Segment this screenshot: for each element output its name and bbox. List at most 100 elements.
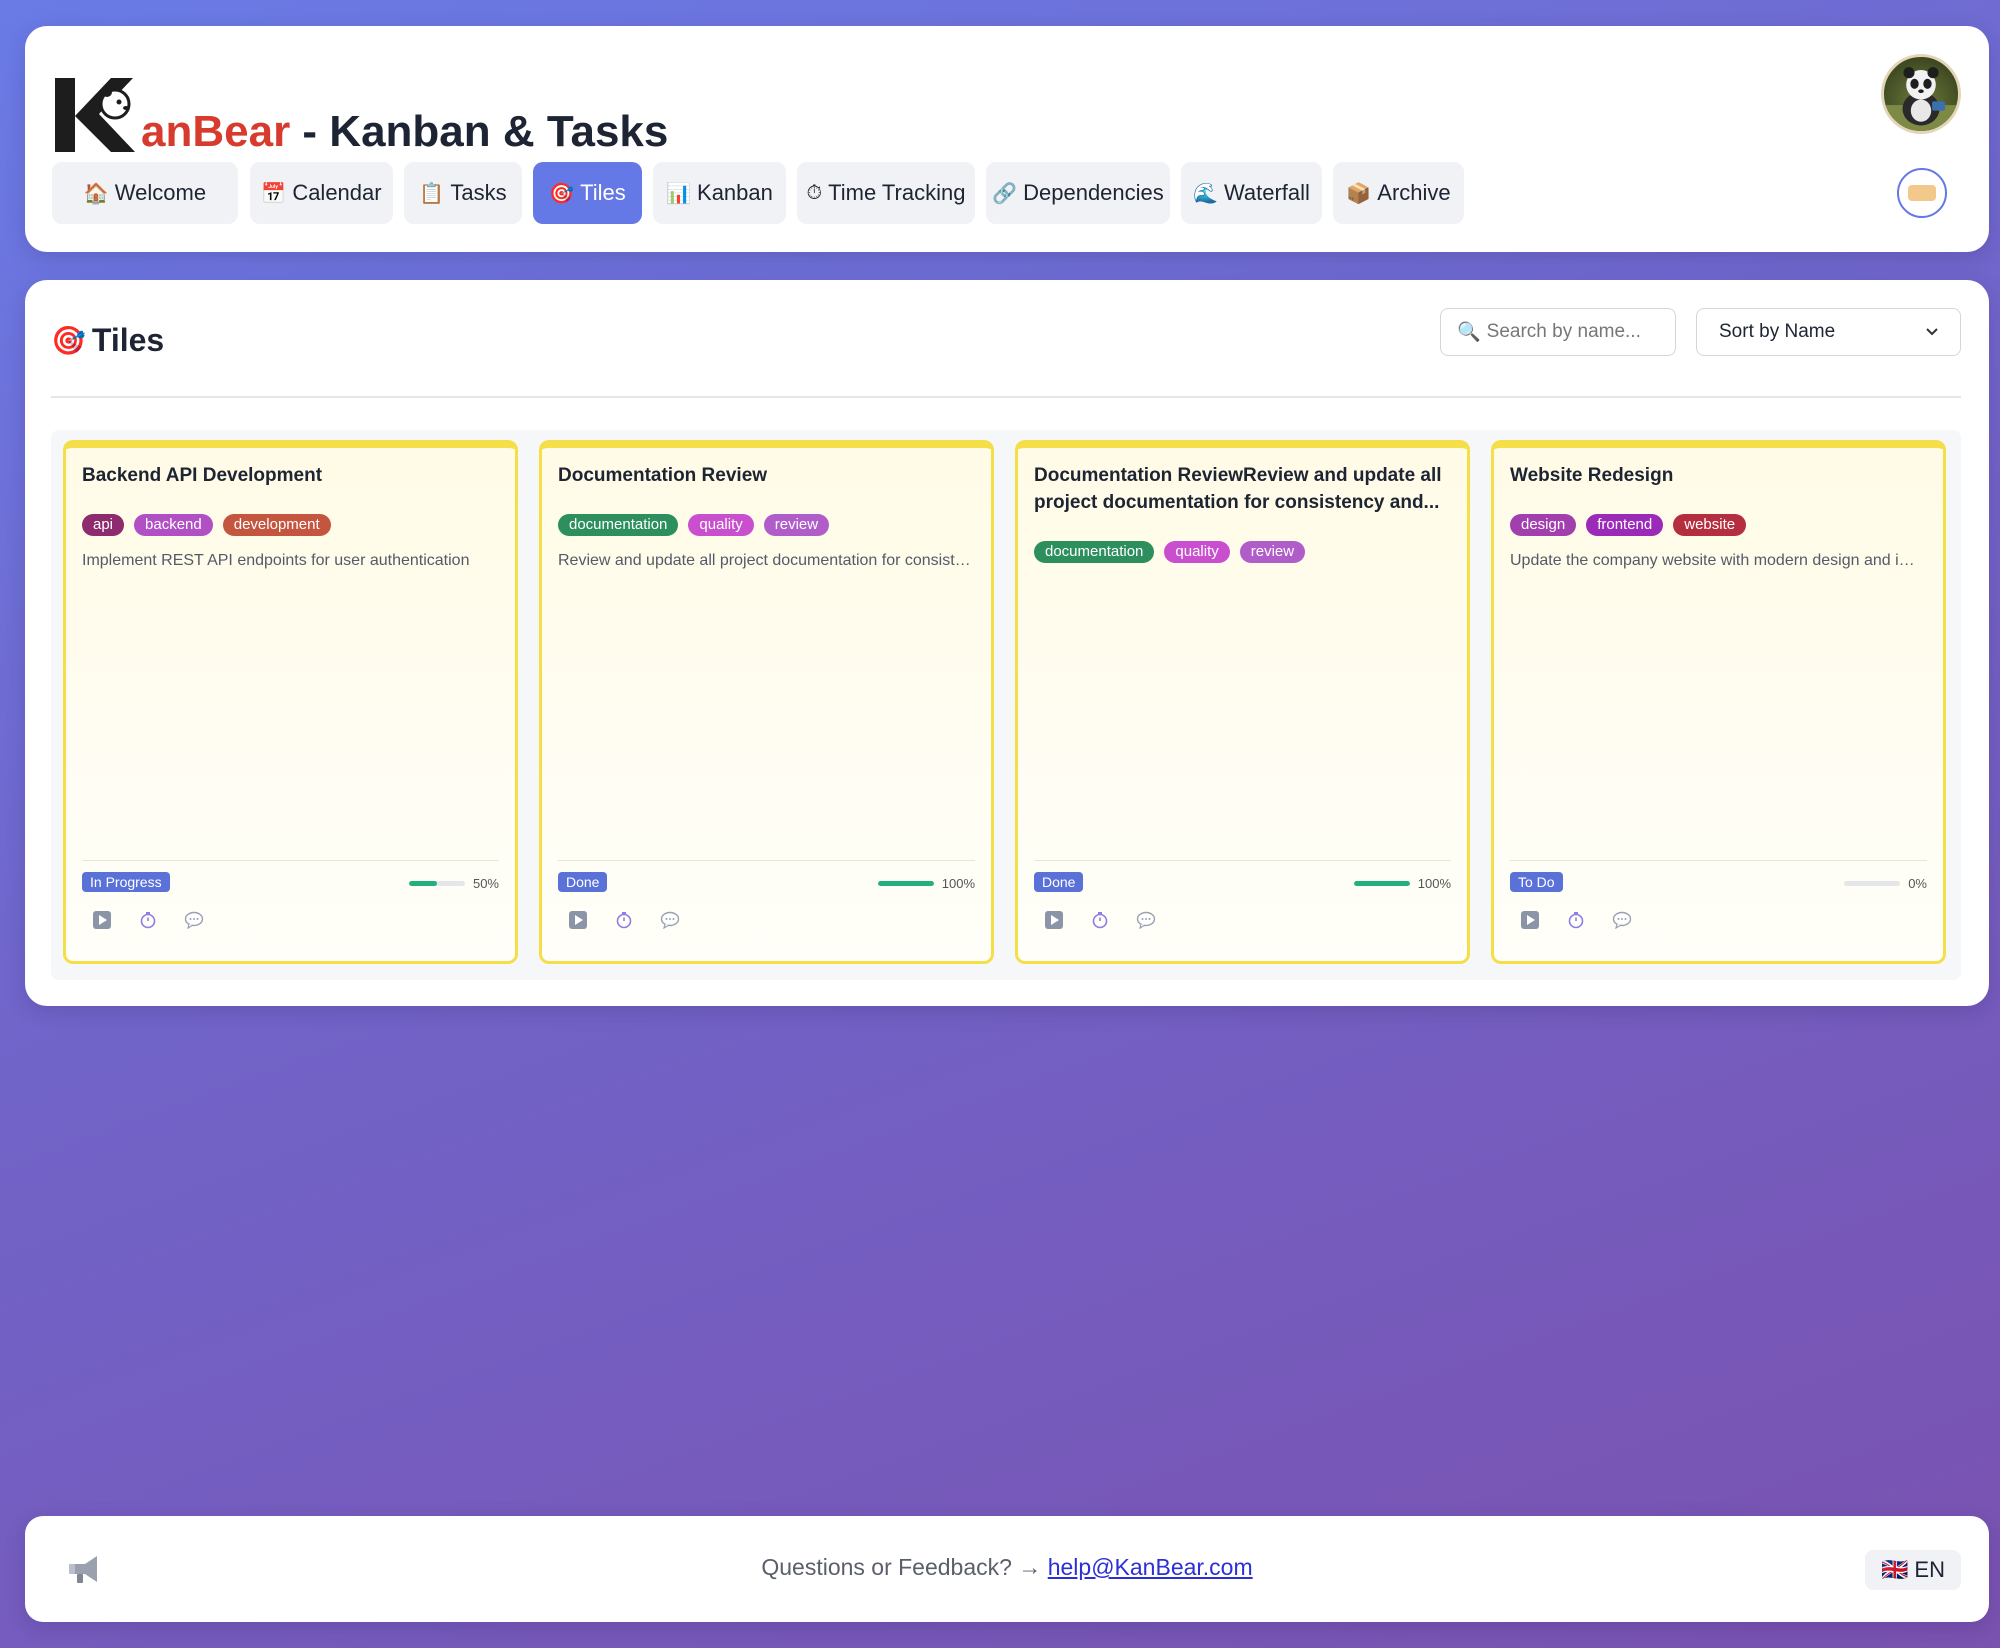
tag[interactable]: frontend xyxy=(1586,514,1664,536)
bar-chart-icon: 📊 xyxy=(666,182,692,205)
comment-icon[interactable] xyxy=(1612,910,1632,930)
feedback-label: Questions or Feedback? → xyxy=(761,1554,1048,1580)
tile-description: Update the company website with modern d… xyxy=(1510,552,1927,569)
sort-select[interactable]: Sort by Name xyxy=(1696,308,1961,356)
tile-card[interactable]: Documentation Review documentation quali… xyxy=(539,440,994,964)
nav-label: Kanban xyxy=(697,180,773,205)
tile-title: Website Redesign xyxy=(1510,465,1674,486)
language-code: EN xyxy=(1914,1557,1945,1582)
nav-time-tracking[interactable]: ⏱ Time Tracking xyxy=(797,162,975,224)
timer-icon[interactable] xyxy=(138,910,158,930)
tag-list: documentation quality review xyxy=(558,514,830,536)
tile-actions xyxy=(568,910,680,930)
nav-calendar[interactable]: 📅 Calendar xyxy=(250,162,393,224)
nav-label: Welcome xyxy=(114,180,207,205)
timer-icon[interactable] xyxy=(1566,910,1586,930)
tag-list: documentation quality review xyxy=(1034,541,1306,563)
page-title-text: Tiles xyxy=(91,322,165,358)
nav-kanban[interactable]: 📊 Kanban xyxy=(653,162,786,224)
stopwatch-icon: ⏱ xyxy=(806,181,823,204)
progress-indicator: 100% xyxy=(877,876,975,891)
progress-bar xyxy=(1844,881,1901,886)
tag[interactable]: development xyxy=(222,514,331,536)
tag[interactable]: documentation xyxy=(558,514,679,536)
progress-indicator: 0% xyxy=(1844,876,1927,891)
divider xyxy=(1034,860,1451,861)
kanbear-logo-icon xyxy=(55,78,135,152)
status-badge: In Progress xyxy=(82,872,170,892)
divider xyxy=(558,860,975,861)
tag[interactable]: website xyxy=(1673,514,1747,536)
status-badge: Done xyxy=(1034,872,1084,892)
support-email-link[interactable]: help@KanBear.com xyxy=(1048,1554,1253,1580)
progress-indicator: 50% xyxy=(408,876,499,891)
play-icon[interactable] xyxy=(92,910,112,930)
tag[interactable]: review xyxy=(763,514,830,536)
chevron-down-icon xyxy=(1926,328,1938,336)
page-title: 🎯 Tiles xyxy=(51,322,164,359)
tile-card[interactable]: Backend API Development api backend deve… xyxy=(63,440,518,964)
sort-selected-value: Sort by Name xyxy=(1719,321,1836,342)
nav-welcome[interactable]: 🏠 Welcome xyxy=(52,162,238,224)
nav-tiles[interactable]: 🎯 Tiles xyxy=(533,162,642,224)
nav-label: Time Tracking xyxy=(828,180,966,205)
comment-icon[interactable] xyxy=(1136,910,1156,930)
status-badge: To Do xyxy=(1510,872,1563,892)
tiles-grid: Backend API Development api backend deve… xyxy=(51,430,1961,980)
nav-label: Tiles xyxy=(580,180,626,205)
brand-name: anBear xyxy=(141,107,291,156)
tag[interactable]: quality xyxy=(1164,541,1230,563)
nav-waterfall[interactable]: 🌊 Waterfall xyxy=(1181,162,1322,224)
progress-label: 100% xyxy=(1417,876,1451,891)
package-icon: 📦 xyxy=(1346,182,1372,205)
nav-label: Archive xyxy=(1377,180,1451,205)
nav-label: Tasks xyxy=(450,180,507,205)
tag[interactable]: backend xyxy=(134,514,213,536)
play-icon[interactable] xyxy=(568,910,588,930)
search-icon: 🔍 xyxy=(1457,322,1481,343)
feedback-text: Questions or Feedback? → help@KanBear.co… xyxy=(25,1554,1989,1581)
home-icon: 🏠 xyxy=(83,182,109,205)
theme-toggle-button[interactable] xyxy=(1897,168,1947,218)
uk-flag-icon: 🇬🇧 xyxy=(1881,1557,1909,1582)
tile-actions xyxy=(1520,910,1632,930)
tag-list: api backend development xyxy=(82,514,331,536)
comment-icon[interactable] xyxy=(660,910,680,930)
app-title: anBear - Kanban & Tasks xyxy=(141,110,668,156)
progress-bar xyxy=(1353,881,1410,886)
link-icon: 🔗 xyxy=(992,182,1018,205)
target-icon: 🎯 xyxy=(549,182,575,205)
nav-label: Dependencies xyxy=(1023,180,1164,205)
divider xyxy=(82,860,499,861)
comment-icon[interactable] xyxy=(184,910,204,930)
app-header: anBear - Kanban & Tasks 🏠 Welcome 📅 Cale… xyxy=(25,26,1989,252)
tag[interactable]: documentation xyxy=(1034,541,1155,563)
progress-bar xyxy=(877,881,934,886)
timer-icon[interactable] xyxy=(1090,910,1110,930)
nav-dependencies[interactable]: 🔗 Dependencies xyxy=(986,162,1170,224)
tile-title: Documentation ReviewReview and update al… xyxy=(1034,465,1442,513)
nav-archive[interactable]: 📦 Archive xyxy=(1333,162,1464,224)
tag[interactable]: quality xyxy=(688,514,754,536)
play-icon[interactable] xyxy=(1044,910,1064,930)
search-input[interactable] xyxy=(1486,321,1667,343)
play-icon[interactable] xyxy=(1520,910,1540,930)
logo[interactable]: anBear - Kanban & Tasks xyxy=(53,56,668,156)
tiles-panel: 🎯 Tiles 🔍 Sort by Name Backend API Devel… xyxy=(25,280,1989,1006)
nav-tasks[interactable]: 📋 Tasks xyxy=(404,162,522,224)
tag[interactable]: review xyxy=(1239,541,1306,563)
ticket-icon xyxy=(1908,185,1936,201)
tag[interactable]: api xyxy=(82,514,125,536)
tile-title: Documentation Review xyxy=(558,465,768,486)
timer-icon[interactable] xyxy=(614,910,634,930)
avatar[interactable] xyxy=(1881,54,1961,134)
tile-card[interactable]: Documentation ReviewReview and update al… xyxy=(1015,440,1470,964)
divider xyxy=(51,396,1961,398)
progress-label: 0% xyxy=(1908,876,1927,891)
tag[interactable]: design xyxy=(1510,514,1577,536)
search-box[interactable]: 🔍 xyxy=(1440,308,1676,356)
language-selector[interactable]: 🇬🇧 EN xyxy=(1865,1550,1961,1590)
tag-list: design frontend website xyxy=(1510,514,1747,536)
tile-card[interactable]: Website Redesign design frontend website… xyxy=(1491,440,1946,964)
tile-title: Backend API Development xyxy=(82,465,323,486)
